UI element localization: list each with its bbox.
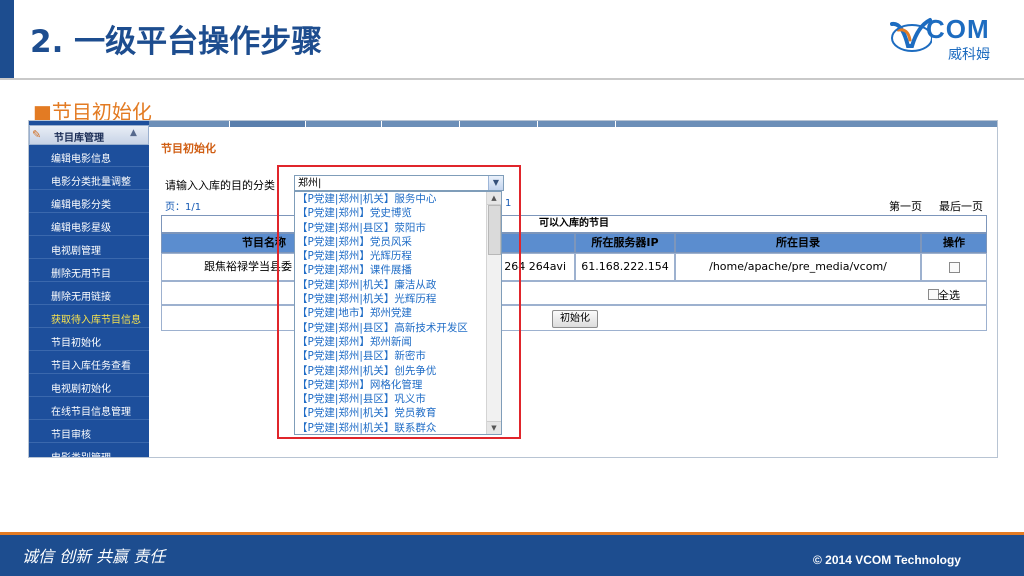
header-accent-bar xyxy=(0,0,14,78)
column-header-action: 操作 xyxy=(921,233,987,253)
cell-server-ip: 61.168.222.154 xyxy=(575,253,675,281)
sidebar-item-edit-movie-category[interactable]: 编辑电影分类 xyxy=(29,191,149,213)
slide-footer: 诚信 创新 共赢 责任 © 2014 VCOM Technology xyxy=(0,535,1024,576)
sidebar-item-movie-types[interactable]: 电影类别管理 xyxy=(29,444,149,457)
pencil-icon: ✎ xyxy=(32,128,42,141)
vcom-logo: COM 威科姆 xyxy=(888,14,1000,64)
sidebar-item-import-tasks[interactable]: 节目入库任务查看 xyxy=(29,352,149,374)
initialize-button[interactable]: 初始化 xyxy=(552,310,598,328)
footer-copyright: © 2014 VCOM Technology xyxy=(813,553,961,567)
cell-action xyxy=(921,253,987,281)
sidebar: ✎ 节目库管理 ▲ 编辑电影信息 电影分类批量调整 编辑电影分类 编辑电影星级 … xyxy=(29,121,149,457)
row-checkbox[interactable] xyxy=(949,262,960,273)
sidebar-item-program-review[interactable]: 节目审核 xyxy=(29,421,149,443)
sidebar-item-edit-movie-info[interactable]: 编辑电影信息 xyxy=(29,145,149,167)
select-all-label[interactable]: 全选 xyxy=(938,287,960,303)
column-header-ip: 所在服务器IP xyxy=(575,233,675,253)
highlight-box xyxy=(277,165,521,439)
sidebar-item-online-programs[interactable]: 在线节目信息管理 xyxy=(29,398,149,420)
header-divider xyxy=(0,78,1024,80)
logo-text: COM xyxy=(926,14,990,44)
first-page-link[interactable]: 第一页 xyxy=(889,198,922,214)
sidebar-header[interactable]: ✎ 节目库管理 ▲ xyxy=(29,125,149,145)
column-header-dir: 所在目录 xyxy=(675,233,921,253)
logo-chinese-text: 威科姆 xyxy=(948,47,990,63)
sidebar-header-label: 节目库管理 xyxy=(54,133,104,144)
footer-slogan: 诚信 创新 共赢 责任 xyxy=(22,547,166,566)
sidebar-item-delete-links[interactable]: 删除无用链接 xyxy=(29,283,149,305)
sidebar-item-fetch-pending[interactable]: 获取待入库节目信息 xyxy=(29,306,149,328)
sidebar-item-tv-series[interactable]: 电视剧管理 xyxy=(29,237,149,259)
last-page-link[interactable]: 最后一页 xyxy=(939,198,983,214)
sidebar-item-edit-movie-rating[interactable]: 编辑电影星级 xyxy=(29,214,149,236)
page-indicator: 页：1/1 xyxy=(165,202,202,213)
content-title: 节目初始化 xyxy=(161,142,216,155)
sidebar-item-movie-category-batch[interactable]: 电影分类批量调整 xyxy=(29,168,149,190)
cell-directory: /home/apache/pre_media/vcom/ xyxy=(675,253,921,281)
slide-title: 2. 一级平台操作步骤 xyxy=(30,24,323,60)
category-prompt-label: 请输入入库的目的分类 xyxy=(165,179,275,192)
collapse-up-icon[interactable]: ▲ xyxy=(130,128,137,138)
sidebar-item-program-init[interactable]: 节目初始化 xyxy=(29,329,149,351)
sidebar-item-delete-programs[interactable]: 删除无用节目 xyxy=(29,260,149,282)
sidebar-item-tv-init[interactable]: 电视剧初始化 xyxy=(29,375,149,397)
